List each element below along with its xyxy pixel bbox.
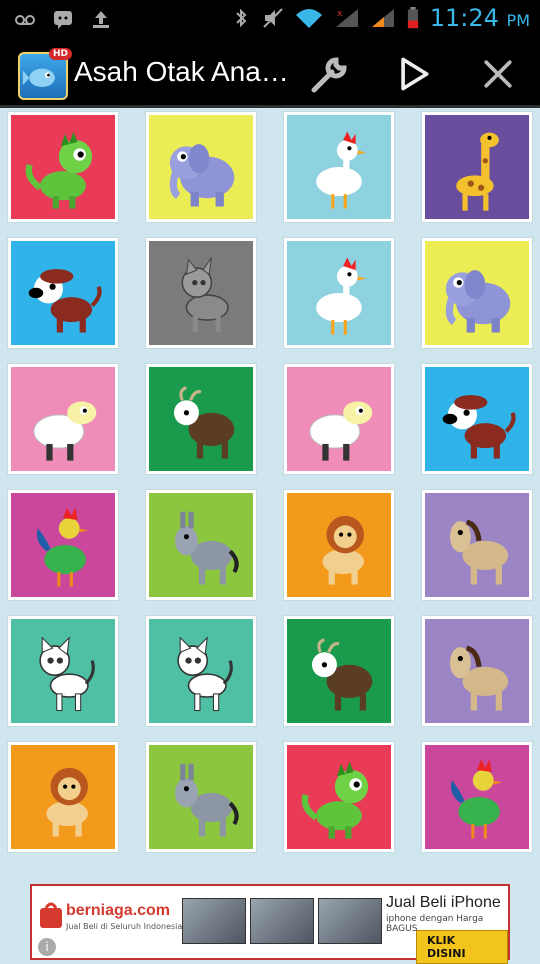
close-icon — [484, 60, 512, 88]
ad-phone-photo — [318, 898, 382, 944]
donkey-icon — [175, 511, 239, 585]
sheep-icon — [309, 401, 373, 461]
giraffe-icon — [456, 132, 499, 211]
memory-card-horse[interactable] — [422, 616, 532, 726]
memory-card-horse[interactable] — [422, 490, 532, 600]
action-bar: HD Asah Otak Ana… — [0, 38, 540, 108]
memory-card-sheep[interactable] — [284, 364, 394, 474]
lion-icon — [322, 515, 364, 585]
memory-card-chicken[interactable] — [284, 238, 394, 348]
elephant-icon — [169, 144, 235, 207]
close-button[interactable] — [474, 52, 522, 96]
app-title: Asah Otak Ana… — [74, 56, 289, 87]
settings-wrench-icon — [311, 57, 347, 93]
memory-card-lion[interactable] — [8, 742, 118, 852]
horse-icon — [449, 645, 509, 711]
voicemail-icon — [15, 15, 35, 25]
memory-card-lion[interactable] — [284, 490, 394, 600]
ad-phone-photo — [182, 898, 246, 944]
wifi-icon — [295, 9, 322, 28]
memory-card-grid — [0, 108, 540, 860]
lion-icon — [46, 767, 88, 837]
bbm-icon — [54, 11, 72, 29]
memory-card-elephant[interactable] — [422, 238, 532, 348]
ad-banner[interactable]: berniaga.com Jual Beli di Seluruh Indone… — [30, 884, 510, 964]
ad-brand: berniaga.com — [66, 902, 171, 919]
memory-card-elephant[interactable] — [146, 112, 256, 222]
dragon-icon — [301, 761, 369, 839]
battery-icon — [407, 7, 418, 29]
status-bar: x 11:24 PM — [0, 0, 540, 38]
ad-cta-button[interactable]: KLIK DISINI — [416, 930, 508, 964]
horse-icon — [449, 519, 509, 585]
memory-card-dragon[interactable] — [284, 742, 394, 852]
signal-1-icon: x — [335, 9, 358, 27]
dragon-icon — [25, 131, 93, 209]
memory-card-giraffe[interactable] — [422, 112, 532, 222]
cat-gray-icon — [181, 257, 229, 333]
donkey-icon — [175, 763, 239, 837]
chicken-icon — [316, 257, 367, 335]
ad-headline: Jual Beli iPhone — [386, 894, 501, 911]
memory-card-rooster[interactable] — [422, 742, 532, 852]
hd-badge: HD — [48, 48, 72, 60]
rooster-icon — [451, 759, 502, 839]
rooster-icon — [37, 507, 88, 587]
dog-icon — [442, 395, 516, 459]
elephant-icon — [445, 270, 511, 333]
mute-icon — [263, 8, 283, 28]
memory-card-cat[interactable] — [146, 616, 256, 726]
memory-card-dragon[interactable] — [8, 112, 118, 222]
bluetooth-icon — [236, 8, 247, 28]
ad-phone-photo — [250, 898, 314, 944]
goat-icon — [311, 638, 373, 711]
memory-card-donkey[interactable] — [146, 742, 256, 852]
memory-card-dog[interactable] — [8, 238, 118, 348]
clock: 11:24 PM — [429, 4, 530, 32]
info-icon[interactable]: i — [38, 938, 56, 956]
sheep-icon — [33, 401, 97, 461]
app-icon[interactable]: HD — [18, 48, 72, 100]
fish-logo-icon — [22, 68, 55, 87]
memory-card-cat-gray[interactable] — [146, 238, 256, 348]
play-icon — [401, 57, 429, 91]
dog-icon — [28, 269, 102, 333]
chicken-icon — [316, 131, 367, 209]
play-button[interactable] — [390, 52, 438, 96]
goat-icon — [173, 386, 235, 459]
cat-icon — [39, 636, 95, 712]
memory-card-rooster[interactable] — [8, 490, 118, 600]
memory-card-goat[interactable] — [284, 616, 394, 726]
berniaga-logo-icon — [40, 902, 62, 928]
ad-tagline: Jual Beli di Seluruh Indonesia — [66, 922, 183, 931]
memory-card-chicken[interactable] — [284, 112, 394, 222]
memory-card-sheep[interactable] — [8, 364, 118, 474]
memory-card-goat[interactable] — [146, 364, 256, 474]
signal-2-icon — [371, 9, 394, 27]
svg-text:x: x — [337, 9, 343, 19]
cat-icon — [177, 636, 233, 712]
sync-icon — [93, 11, 109, 28]
settings-button[interactable] — [306, 52, 354, 96]
memory-card-cat[interactable] — [8, 616, 118, 726]
memory-card-donkey[interactable] — [146, 490, 256, 600]
memory-card-dog[interactable] — [422, 364, 532, 474]
